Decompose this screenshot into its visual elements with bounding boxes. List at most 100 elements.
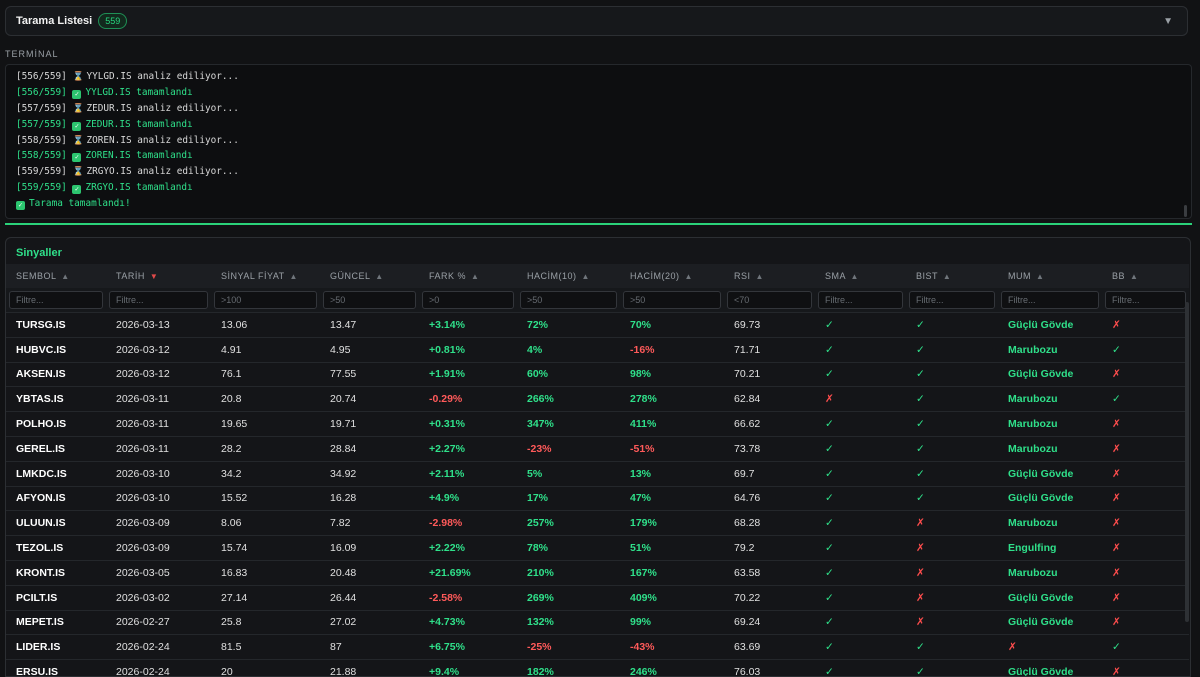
terminal-line: [557/559] ⌛ZEDUR.IS analiz ediliyor... [16,101,1191,117]
table-scrollbar[interactable] [1185,302,1189,622]
filter-input-bist[interactable] [909,291,995,309]
cell-current: 20.74 [320,387,419,412]
table-row[interactable]: AFYON.IS2026-03-1015.5216.28+4.9%17%47%6… [6,486,1189,511]
cell-bb: ✓ [1102,387,1189,412]
cell-volume-10: 210% [517,560,620,585]
sort-desc-icon[interactable]: ▼ [150,272,158,281]
cell-bist: ✓ [906,486,998,511]
cell-symbol: YBTAS.IS [6,387,106,412]
cell-bist: ✗ [906,585,998,610]
cell-current: 77.55 [320,362,419,387]
column-header-sma[interactable]: SMA ▲ [815,264,906,288]
cell-symbol: ULUUN.IS [6,511,106,536]
terminal-line: [557/559] ✓ZEDUR.IS tamamlandı [16,117,1191,133]
sort-asc-icon[interactable]: ▲ [61,272,69,281]
chevron-down-icon[interactable]: ▼ [1163,16,1173,27]
filter-input-volume-10[interactable] [520,291,617,309]
signals-panel: Sinyaller SEMBOL ▲TARİH ▼SİNYAL FİYAT ▲G… [5,237,1191,677]
table-row[interactable]: PCILT.IS2026-03-0227.1426.44-2.58%269%40… [6,585,1189,610]
sort-asc-icon[interactable]: ▲ [756,272,764,281]
filter-input-rsi[interactable] [727,291,812,309]
column-header-volume-10[interactable]: HACİM(10) ▲ [517,264,620,288]
sort-asc-icon[interactable]: ▲ [1130,272,1138,281]
filter-input-signal-price[interactable] [214,291,317,309]
sort-asc-icon[interactable]: ▲ [851,272,859,281]
terminal-log[interactable]: [556/559] ⌛YYLGD.IS analiz ediliyor...[5… [5,64,1192,219]
cell-volume-20: 409% [620,585,724,610]
cell-sma: ✓ [815,660,906,677]
filter-input-diff[interactable] [422,291,514,309]
filter-input-current[interactable] [323,291,416,309]
cell-bb: ✗ [1102,461,1189,486]
table-row[interactable]: KRONT.IS2026-03-0516.8320.48+21.69%210%1… [6,560,1189,585]
column-header-bb[interactable]: BB ▲ [1102,264,1189,288]
cell-current: 21.88 [320,660,419,677]
cell-current: 20.48 [320,560,419,585]
terminal-label: TERMİNAL [5,49,59,59]
filter-input-symbol[interactable] [9,291,103,309]
cell-current: 26.44 [320,585,419,610]
filter-input-candle[interactable] [1001,291,1099,309]
cell-bb: ✗ [1102,585,1189,610]
table-row[interactable]: POLHO.IS2026-03-1119.6519.71+0.31%347%41… [6,412,1189,437]
cell-sma: ✓ [815,511,906,536]
column-header-signal-price[interactable]: SİNYAL FİYAT ▲ [211,264,320,288]
table-row[interactable]: HUBVC.IS2026-03-124.914.95+0.81%4%-16%71… [6,337,1189,362]
table-row[interactable]: LIDER.IS2026-02-2481.587+6.75%-25%-43%63… [6,635,1189,660]
table-row[interactable]: ULUUN.IS2026-03-098.067.82-2.98%257%179%… [6,511,1189,536]
column-header-bist[interactable]: BIST ▲ [906,264,998,288]
table-row[interactable]: AKSEN.IS2026-03-1276.177.55+1.91%60%98%7… [6,362,1189,387]
cell-date: 2026-03-12 [106,337,211,362]
table-row[interactable]: TEZOL.IS2026-03-0915.7416.09+2.22%78%51%… [6,536,1189,561]
sort-asc-icon[interactable]: ▲ [290,272,298,281]
sort-asc-icon[interactable]: ▲ [943,272,951,281]
sort-asc-icon[interactable]: ▲ [471,272,479,281]
cell-current: 19.71 [320,412,419,437]
cell-rsi: 73.78 [724,436,815,461]
scan-list-header[interactable]: Tarama Listesi 559 ▼ [5,6,1188,36]
cell-candle: ✗ [998,635,1102,660]
column-label: GÜNCEL [330,271,370,281]
filter-input-date[interactable] [109,291,208,309]
cell-bist: ✓ [906,635,998,660]
column-header-current[interactable]: GÜNCEL ▲ [320,264,419,288]
filter-input-sma[interactable] [818,291,903,309]
column-header-diff[interactable]: FARK % ▲ [419,264,517,288]
sort-asc-icon[interactable]: ▲ [375,272,383,281]
table-row[interactable]: YBTAS.IS2026-03-1120.820.74-0.29%266%278… [6,387,1189,412]
cell-diff: +2.22% [419,536,517,561]
column-header-date[interactable]: TARİH ▼ [106,264,211,288]
column-header-volume-20[interactable]: HACİM(20) ▲ [620,264,724,288]
sort-asc-icon[interactable]: ▲ [685,272,693,281]
table-row[interactable]: TURSG.IS2026-03-1313.0613.47+3.14%72%70%… [6,313,1189,338]
check-icon: ✓ [72,90,81,99]
cell-rsi: 76.03 [724,660,815,677]
column-label: HACİM(20) [630,271,680,281]
cell-symbol: AKSEN.IS [6,362,106,387]
cell-sma: ✓ [815,313,906,338]
cell-current: 28.84 [320,436,419,461]
filter-input-volume-20[interactable] [623,291,721,309]
column-header-rsi[interactable]: RSI ▲ [724,264,815,288]
column-label: SİNYAL FİYAT [221,271,285,281]
cell-rsi: 66.62 [724,412,815,437]
table-row[interactable]: GEREL.IS2026-03-1128.228.84+2.27%-23%-51… [6,436,1189,461]
filter-input-bb[interactable] [1105,291,1186,309]
cell-candle: Güçlü Gövde [998,585,1102,610]
table-row[interactable]: LMKDC.IS2026-03-1034.234.92+2.11%5%13%69… [6,461,1189,486]
check-icon: ✓ [72,122,81,131]
column-header-symbol[interactable]: SEMBOL ▲ [6,264,106,288]
table-row[interactable]: MEPET.IS2026-02-2725.827.02+4.73%132%99%… [6,610,1189,635]
filter-cell [419,288,517,313]
terminal-line: [556/559] ✓YYLGD.IS tamamlandı [16,85,1191,101]
sort-asc-icon[interactable]: ▲ [582,272,590,281]
cell-bist: ✓ [906,412,998,437]
table-row[interactable]: ERSU.IS2026-02-242021.88+9.4%182%246%76.… [6,660,1189,677]
cell-volume-10: 78% [517,536,620,561]
terminal-scrollbar[interactable] [1184,205,1187,217]
cell-volume-20: 70% [620,313,724,338]
cell-bb: ✓ [1102,635,1189,660]
sort-asc-icon[interactable]: ▲ [1036,272,1044,281]
column-header-candle[interactable]: MUM ▲ [998,264,1102,288]
filter-cell [6,288,106,313]
